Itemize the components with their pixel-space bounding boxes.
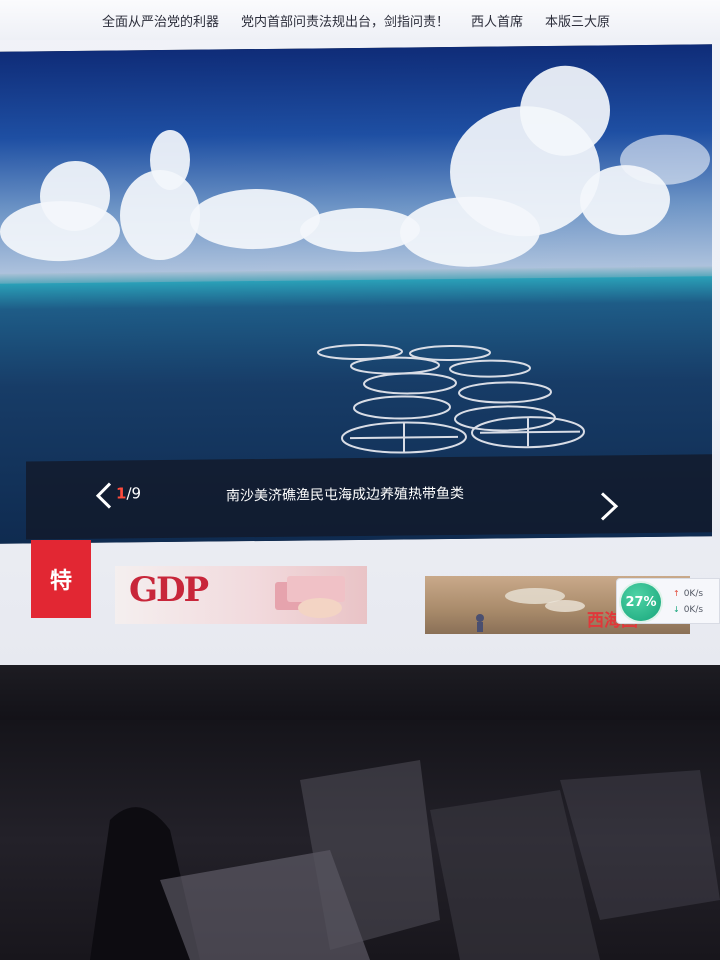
slide-counter: 1/9 <box>116 484 141 502</box>
slide-caption[interactable]: 南沙美济礁渔民屯海成边养殖热带鱼类 <box>226 483 464 505</box>
download-arrow-icon: ↓ <box>673 605 680 614</box>
upload-speed: 0K/s <box>683 589 704 599</box>
slide-current-index: 1 <box>116 484 127 503</box>
photo-slideshow[interactable]: 1/9 南沙美济礁渔民屯海成边养殖热带鱼类 <box>0 44 712 544</box>
special-section-tag[interactable]: 特 <box>31 540 91 618</box>
news-link-2[interactable]: 党内首部问责法规出台，剑指问责！ <box>241 11 449 30</box>
news-link-3[interactable]: 西人首席 <box>471 11 523 30</box>
slide-caption-bar: 1/9 南沙美济礁渔民屯海成边养殖热带鱼类 <box>26 454 712 540</box>
news-link-1[interactable]: 全面从严治党的利器 <box>102 11 219 30</box>
slide-image-sky <box>0 44 712 280</box>
gdp-graphic-text: GDP <box>129 570 209 610</box>
network-speed-widget[interactable]: 27% ↑ 0K/s ↓ 0K/s <box>616 578 720 624</box>
desk-background <box>0 720 720 960</box>
news-link-4[interactable]: 本版三大原 <box>545 11 610 30</box>
slide-total: 9 <box>131 484 142 503</box>
feature-thumbnail-gdp[interactable]: GDP <box>115 566 367 624</box>
chevron-right-icon[interactable] <box>596 489 622 523</box>
upload-arrow-icon: ↑ <box>673 589 680 598</box>
network-usage-percent: 27% <box>619 581 663 623</box>
money-hands-image <box>275 576 345 618</box>
monitor-bezel <box>0 665 720 725</box>
desk-clutter <box>90 760 720 960</box>
monitor-screen: 全面从严治党的利器 党内首部问责法规出台，剑指问责！ 西人首席 本版三大原 1/… <box>0 0 720 665</box>
top-news-links: 全面从严治党的利器 党内首部问责法规出台，剑指问责！ 西人首席 本版三大原 <box>0 0 720 40</box>
download-speed: 0K/s <box>683 605 704 615</box>
chevron-left-icon[interactable] <box>92 481 116 511</box>
